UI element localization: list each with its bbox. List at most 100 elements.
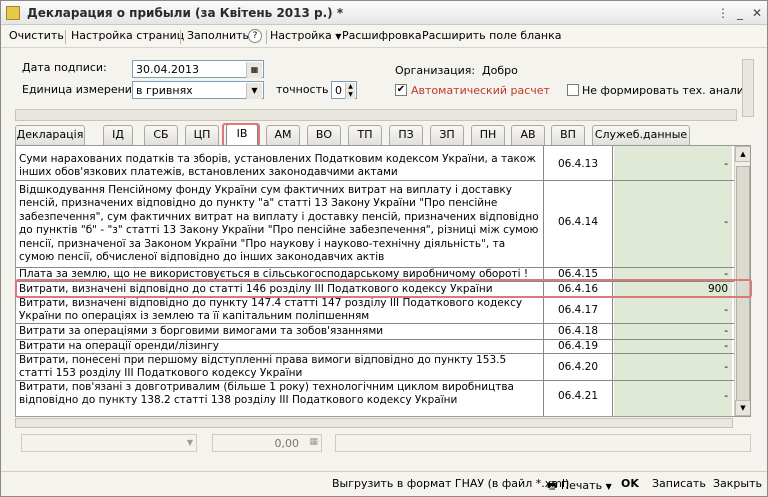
tab-pz[interactable]: ПЗ <box>389 125 423 145</box>
table-row[interactable]: Витрати, визначені відповідно до пункту … <box>16 297 734 324</box>
tab-tp[interactable]: ТП <box>348 125 382 145</box>
row-description: Суми нарахованих податків та зборів, уст… <box>19 153 536 179</box>
tab-cp[interactable]: ЦП <box>185 125 219 145</box>
row-code: 06.4.21 <box>543 381 613 416</box>
toolbar-separator <box>65 30 66 44</box>
tab-vp[interactable]: ВП <box>551 125 585 145</box>
chevron-down-icon: ▼ <box>186 438 193 447</box>
auto-calc-label: Автоматический расчет <box>411 84 550 97</box>
row-code: 06.4.20 <box>543 354 613 380</box>
precision-label: точность <box>276 83 329 96</box>
row-value[interactable]: - <box>614 381 732 416</box>
toolbar-separator <box>266 30 267 44</box>
title-bar: Декларация о прибыли (за Квітень 2013 р.… <box>1 1 767 25</box>
row-value[interactable]: - <box>614 340 732 353</box>
comment-field[interactable] <box>335 434 751 452</box>
footer: Выгрузить в формат ГНАУ (в файл *.xml) 🖶… <box>1 471 767 496</box>
calculator-icon: ▦ <box>309 437 318 447</box>
decode-button[interactable]: Расшифровка <box>342 29 422 42</box>
row-code: 06.4.18 <box>543 324 613 339</box>
row-description: Витрати за операціями з борговими вимога… <box>19 325 384 337</box>
window-title: Декларация о прибыли (за Квітень 2013 р.… <box>27 6 344 20</box>
no-tech-analysis-label: Не формировать тех. анализ пр <box>582 84 750 97</box>
sign-date-value: 30.04.2013 <box>136 63 199 76</box>
unit-value: в гривнях <box>136 84 193 97</box>
row-value[interactable]: - <box>614 297 732 323</box>
amount-value: 0,00 <box>274 437 300 450</box>
bottom-select[interactable]: ▼ <box>21 434 197 452</box>
print-label: Печать <box>560 479 603 492</box>
clear-button[interactable]: Очистить <box>9 29 64 42</box>
chevron-down-icon: ▼ <box>605 482 612 491</box>
row-value[interactable]: - <box>614 324 732 339</box>
close-icon[interactable]: ✕ <box>749 5 765 21</box>
settings-button[interactable]: Настройка ▼ <box>270 29 341 42</box>
print-button[interactable]: 🖶 Печать ▼ <box>547 477 612 496</box>
more-icon[interactable]: ⋮ <box>715 5 731 21</box>
row-description: Витрати, пов'язані з довготривалим (біль… <box>19 381 514 407</box>
tab-declaration[interactable]: Декларація <box>15 125 85 145</box>
tab-pn[interactable]: ПН <box>471 125 505 145</box>
scroll-down-icon[interactable]: ▼ <box>735 400 750 416</box>
table-row[interactable]: Витрати за операціями з борговими вимога… <box>16 324 734 340</box>
tab-am[interactable]: АМ <box>266 125 300 145</box>
active-tab-highlight <box>222 123 260 147</box>
no-tech-analysis-checkbox[interactable] <box>567 84 579 96</box>
save-button[interactable]: Записать <box>652 477 706 490</box>
row-description: Витрати, визначені відповідно до пункту … <box>19 297 523 323</box>
row-value[interactable]: - <box>614 181 732 267</box>
row-description: Витрати на операції оренди/лізингу <box>19 340 219 352</box>
row-code: 06.4.19 <box>543 340 613 353</box>
tab-id[interactable]: ІД <box>103 125 133 145</box>
declaration-window: Декларация о прибыли (за Квітень 2013 р.… <box>0 0 768 497</box>
table-row[interactable]: Відшкодування Пенсійному фонду України с… <box>16 181 734 268</box>
row-description: Відшкодування Пенсійному фонду України с… <box>19 184 539 264</box>
toolbar-separator <box>180 30 181 44</box>
bottom-bar: ▼ 0,00 ▦ <box>15 434 755 454</box>
sign-date-label: Дата подписи: <box>22 61 107 74</box>
row-code: 06.4.17 <box>543 297 613 323</box>
form-hscrollbar[interactable] <box>15 109 737 121</box>
export-button[interactable]: Выгрузить в формат ГНАУ (в файл *.xml) <box>332 477 569 490</box>
ok-button[interactable]: OK <box>621 477 639 490</box>
toolbar: Очистить Настройка страниц Заполнить ? Н… <box>1 26 767 48</box>
stepper-arrows-icon[interactable]: ▲ ▼ <box>345 83 355 99</box>
header-form: Дата подписи: 30.04.2013 ▦ Единица измер… <box>1 49 767 131</box>
chevron-down-icon[interactable]: ▼ <box>246 83 262 99</box>
sign-date-field[interactable]: 30.04.2013 ▦ <box>132 60 264 78</box>
tab-zp[interactable]: ЗП <box>430 125 464 145</box>
precision-value: 0 <box>335 84 342 97</box>
tab-vo[interactable]: ВО <box>307 125 341 145</box>
scroll-up-icon[interactable]: ▲ <box>735 146 750 162</box>
fill-button[interactable]: Заполнить <box>187 29 249 42</box>
tab-av[interactable]: АВ <box>511 125 545 145</box>
row-value[interactable]: - <box>614 146 732 180</box>
precision-stepper[interactable]: 0 ▲ ▼ <box>331 81 357 99</box>
unit-select[interactable]: в гривнях ▼ <box>132 81 264 99</box>
table-hscrollbar[interactable] <box>15 418 733 428</box>
table-row[interactable]: Витрати, понесені при першому відступлен… <box>16 354 734 381</box>
form-scrollbar[interactable] <box>742 59 754 117</box>
page-setup-button[interactable]: Настройка страниц <box>71 29 184 42</box>
org-value: Добро <box>482 64 518 77</box>
document-icon <box>6 6 20 20</box>
help-icon[interactable]: ? <box>248 29 262 43</box>
amount-field[interactable]: 0,00 ▦ <box>212 434 322 452</box>
printer-icon: 🖶 <box>547 479 558 492</box>
auto-calc-checkbox[interactable]: ✔ <box>395 84 407 96</box>
calendar-icon[interactable]: ▦ <box>246 62 262 78</box>
minimize-icon[interactable]: _ <box>732 5 748 21</box>
table-row[interactable]: Суми нарахованих податків та зборів, уст… <box>16 146 734 181</box>
table-row[interactable]: Витрати, пов'язані з довготривалим (біль… <box>16 381 734 416</box>
row-code: 06.4.13 <box>543 146 613 180</box>
settings-label: Настройка <box>270 29 332 42</box>
unit-label: Единица измерения: <box>22 83 143 96</box>
tab-sb[interactable]: СБ <box>144 125 178 145</box>
tab-service-data[interactable]: Служеб.данные <box>592 125 690 145</box>
table-row[interactable]: Витрати на операції оренди/лізингу 06.4.… <box>16 340 734 354</box>
row-value[interactable]: - <box>614 354 732 380</box>
expand-field-button[interactable]: Расширить поле бланка <box>422 29 562 42</box>
tab-strip: Декларація ІД СБ ЦП ІВ АМ ВО ТП ПЗ ЗП ПН… <box>15 124 749 146</box>
close-button[interactable]: Закрыть <box>713 477 762 490</box>
org-label: Организация: <box>395 64 476 77</box>
